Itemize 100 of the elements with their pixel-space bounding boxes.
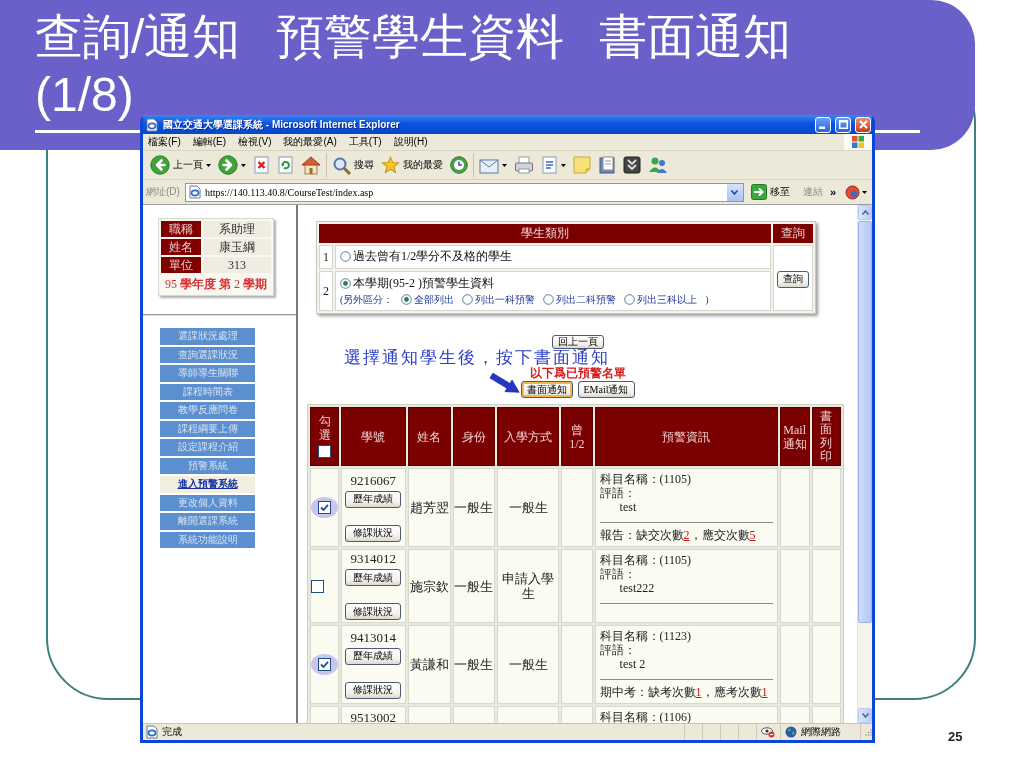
document-icon [541, 156, 558, 174]
page-number: 25 [948, 729, 963, 744]
column-header: 入學方式 [497, 407, 560, 466]
radio-icon[interactable] [462, 294, 474, 305]
refresh-button[interactable] [276, 153, 295, 177]
course-name: 科目名稱：(1106) [599, 710, 692, 723]
menu-item[interactable]: 編輯(E) [192, 135, 227, 149]
query-button[interactable]: 查詢 [777, 270, 809, 288]
dropdown-button[interactable] [726, 183, 743, 201]
table-cell: 黃謙和 [407, 625, 451, 704]
record-button[interactable]: 歷年成績 [345, 647, 402, 665]
comment-label: 評語： [599, 643, 636, 657]
close-button[interactable] [855, 116, 871, 133]
record-button[interactable]: 修課狀況 [345, 603, 402, 620]
media-button[interactable] [622, 153, 642, 177]
notify-button[interactable]: 書面通知 [520, 381, 573, 398]
caret-down-icon [861, 713, 869, 718]
count-link[interactable]: 1 [761, 685, 768, 699]
count-link[interactable]: 2 [683, 528, 690, 542]
maximize-button[interactable] [835, 116, 851, 133]
links-label: 連結 [802, 185, 823, 199]
radio-option[interactable]: 列出二科預警 [543, 293, 617, 306]
search-button[interactable]: 搜尋 [331, 153, 375, 177]
scroll-down-button[interactable] [858, 708, 872, 723]
radio-option[interactable]: 全部列出 [401, 293, 455, 306]
filter-label: (另外區分： [340, 293, 394, 306]
sticky-note-icon [573, 156, 591, 174]
comment-label: 評語： [599, 567, 636, 581]
radio-option[interactable]: 過去曾有1/2學分不及格的學生 [340, 249, 513, 264]
count-link[interactable]: 5 [749, 528, 756, 542]
radio-icon[interactable] [543, 294, 555, 305]
radio-icon[interactable] [340, 251, 351, 262]
more-chevron[interactable]: » [827, 186, 838, 198]
mail-envelope-icon [479, 156, 499, 174]
circle-icon [845, 184, 860, 200]
menu-item[interactable]: 工具(T) [348, 135, 382, 149]
edit-button[interactable] [540, 153, 567, 177]
address-field[interactable]: https://140.113.40.8/CourseTest/index.asp [184, 182, 744, 202]
table-cell: 申請入學生 [497, 549, 560, 623]
record-button[interactable]: 歷年成績 [345, 490, 402, 508]
scroll-up-button[interactable] [858, 205, 872, 220]
status-text: 完成 [162, 725, 182, 739]
window-title: 國立交通大學選課系統 - Microsoft Internet Explorer [163, 117, 401, 132]
people-icon [648, 156, 668, 174]
sidebar-item[interactable]: 進入預警系統 [160, 476, 255, 493]
checkbox[interactable] [318, 658, 332, 671]
column-header: 身份 [452, 407, 495, 466]
radio-option[interactable]: 列出三科以上 [624, 293, 698, 306]
menu-item[interactable]: 我的最愛(A) [283, 135, 337, 149]
column-header: 學生類別 [319, 224, 771, 243]
column-header: 查詢 [773, 224, 813, 243]
radio-icon[interactable] [624, 294, 636, 305]
record-button[interactable]: 修課狀況 [345, 681, 402, 699]
notify-button[interactable]: EMail通知 [577, 381, 635, 398]
checkbox[interactable] [318, 501, 332, 514]
maximize-icon [838, 120, 848, 129]
caret-up-icon [861, 210, 869, 215]
print-button[interactable] [513, 153, 535, 177]
column-label: 勾選 [318, 415, 331, 442]
info-value: 313 [203, 257, 271, 273]
radio-icon[interactable] [340, 278, 351, 289]
page-icon [145, 117, 159, 132]
column-header: Mail 通知 [779, 407, 810, 466]
arrow-right-icon [750, 184, 767, 200]
pointer-arrow-icon [487, 372, 521, 394]
forward-button[interactable] [217, 153, 247, 177]
address-label: 網址(D) [146, 185, 180, 199]
count-link[interactable]: 1 [695, 685, 702, 699]
radio-icon[interactable] [401, 294, 413, 305]
scroll-thumb[interactable] [858, 221, 872, 623]
table-cell: 施宗欽 [407, 549, 451, 623]
checkbox[interactable] [318, 444, 332, 458]
checkbox[interactable] [311, 579, 324, 593]
annotation-text: 選擇通知學生後，按下書面通知 [344, 349, 610, 367]
chevron-down-icon [731, 189, 739, 195]
home-icon [301, 155, 321, 175]
radio-option[interactable]: 本學期(95-2 )預警學生資料 [340, 276, 494, 291]
history-button[interactable] [449, 153, 469, 177]
student-id: 9216067 [350, 473, 397, 488]
record-button[interactable]: 歷年成績 [345, 569, 402, 586]
extension-button[interactable] [843, 184, 869, 200]
back-button[interactable]: 上一頁 [149, 153, 212, 177]
history-clock-icon [450, 156, 468, 174]
table-cell: 一般生 [497, 468, 560, 547]
research-button[interactable] [597, 153, 617, 177]
radio-option[interactable]: 列出一科預警 [462, 293, 536, 306]
minimize-button[interactable] [815, 116, 831, 133]
info-label: 職稱 [161, 221, 201, 237]
term-label: 95 學年度 第 2 學期 [164, 276, 268, 293]
stop-button[interactable] [252, 153, 271, 177]
back-page-button[interactable]: 回上一頁 [551, 335, 604, 349]
favorites-button[interactable]: 我的最愛 [380, 153, 444, 177]
caret-icon [561, 163, 566, 167]
go-button[interactable]: 移至 [748, 184, 792, 200]
close-icon [858, 120, 868, 129]
menu-item[interactable]: 說明(H) [393, 135, 428, 149]
menu-item[interactable]: 檔案(F) [148, 135, 181, 149]
menu-item[interactable]: 檢視(V) [238, 135, 272, 149]
closing-parenthesis: ) [705, 293, 709, 306]
record-button[interactable]: 修課狀況 [345, 524, 402, 542]
